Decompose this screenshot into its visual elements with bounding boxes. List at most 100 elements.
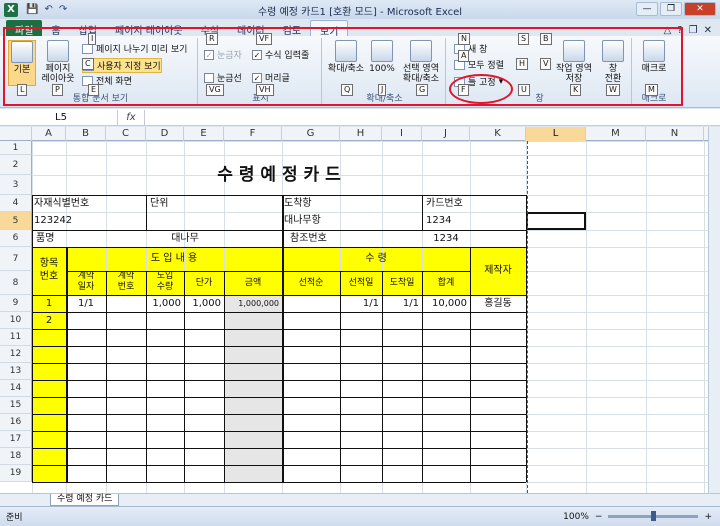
worksheet-grid[interactable]: ABCDEFGHIJKLMN 1 2 3 4 5 6 7 8 9 10 11 12 13 14 15 16 17…	[0, 127, 708, 493]
column-heading: 선적일	[348, 278, 374, 288]
column-header-C[interactable]: C	[106, 127, 146, 141]
headings-checkbox[interactable]: ✓ 머리글	[252, 71, 290, 84]
unit-price-1: 1,000	[192, 298, 221, 309]
column-heading: 도착일	[389, 278, 415, 288]
row-header-2[interactable]: 2	[0, 155, 32, 175]
tab-file[interactable]: 파일	[6, 20, 43, 37]
help-icon[interactable]: ?	[677, 25, 682, 36]
row-header-13[interactable]: 13	[0, 363, 32, 380]
row-header-6[interactable]: 6	[0, 230, 32, 247]
zoom-100-button[interactable]: 100%	[368, 40, 396, 74]
custom-views-button[interactable]: 사용자 지정 보기	[82, 58, 162, 73]
tab-page-layout[interactable]: 페이지 레이아웃	[106, 20, 192, 37]
row-header-4[interactable]: 4	[0, 195, 32, 212]
save-workspace-button[interactable]: 작업 영역 저장	[552, 40, 596, 84]
row-header-12[interactable]: 12	[0, 346, 32, 363]
minimize-ribbon-icon[interactable]: △	[664, 25, 672, 36]
page-break-preview-button[interactable]: 페이지 나누기 미리 보기	[82, 42, 187, 55]
save-workspace-icon	[563, 40, 585, 62]
window-title: 수령 예정 카드1 [호환 모드] - Microsoft Excel	[257, 7, 463, 18]
column-header-B[interactable]: B	[66, 127, 106, 141]
zoom-button[interactable]: 확대/축소	[326, 40, 366, 74]
column-heading: 합계	[437, 278, 455, 288]
workbook-restore-icon[interactable]: ❐	[689, 25, 698, 36]
zoom-out-icon[interactable]: −	[595, 512, 603, 522]
column-header-F[interactable]: F	[224, 127, 282, 141]
normal-view-button[interactable]: 기본	[8, 40, 36, 86]
column-header-H[interactable]: H	[340, 127, 382, 141]
vertical-scrollbar[interactable]	[708, 127, 720, 493]
row-header-19[interactable]: 19	[0, 465, 32, 482]
sheet-tab-bar: 수령 예정 카드	[0, 493, 720, 506]
ruler-checkbox[interactable]: ✓ 눈금자	[204, 48, 242, 61]
asset-no-value: 123242	[34, 215, 73, 226]
row-header-14[interactable]: 14	[0, 380, 32, 397]
zoom-slider[interactable]	[608, 511, 699, 521]
redo-icon[interactable]: ↷	[59, 4, 67, 15]
row-header-17[interactable]: 17	[0, 431, 32, 448]
restore-button[interactable]: ❐	[660, 2, 682, 16]
close-button[interactable]: ✕	[684, 2, 716, 16]
maker-header: 제작자	[484, 265, 512, 276]
column-header-J[interactable]: J	[422, 127, 470, 141]
row-header-18[interactable]: 18	[0, 448, 32, 465]
save-icon[interactable]: 💾	[26, 4, 38, 15]
zoom-selection-button[interactable]: 선택 영역 확대/축소	[398, 40, 444, 84]
row-header-3[interactable]: 3	[0, 175, 32, 195]
tab-view[interactable]: 보기	[310, 20, 349, 38]
tab-home[interactable]: 홈	[42, 20, 69, 37]
column-header-E[interactable]: E	[184, 127, 224, 141]
column-header-D[interactable]: D	[146, 127, 184, 141]
column-header-L[interactable]: L	[526, 127, 586, 141]
workbook-close-icon[interactable]: ✕	[704, 25, 712, 36]
switch-windows-icon	[602, 40, 624, 62]
name-box[interactable]: L5	[0, 109, 118, 125]
row-header-1[interactable]: 1	[0, 141, 32, 155]
minimize-button[interactable]: —	[636, 2, 658, 16]
column-heading: 금액	[244, 278, 262, 288]
sheet-tab[interactable]: 수령 예정 카드	[50, 494, 120, 506]
column-header-G[interactable]: G	[282, 127, 340, 141]
gridlines-checkbox[interactable]: 눈금선	[204, 71, 242, 84]
border-h	[32, 482, 526, 483]
zoom-in-icon[interactable]: +	[704, 512, 712, 522]
gridline-v	[646, 141, 647, 493]
row-header-9[interactable]: 9	[0, 295, 32, 312]
macros-button[interactable]: 매크로	[638, 40, 670, 74]
card-title: 수 령 예 정 카 드	[217, 165, 341, 185]
formula-bar-checkbox[interactable]: ✓ 수식 입력줄	[252, 48, 309, 61]
row-header-11[interactable]: 11	[0, 329, 32, 346]
keytip: S	[518, 33, 530, 45]
row-header-16[interactable]: 16	[0, 414, 32, 431]
row-header-10[interactable]: 10	[0, 312, 32, 329]
card-no-label: 카드번호	[426, 198, 463, 209]
macros-icon	[643, 40, 665, 62]
keytip: VG	[206, 84, 224, 96]
title-bar: X 💾 ↶ ↷ 수령 예정 카드1 [호환 모드] - Microsoft Ex…	[0, 0, 720, 19]
row-header-5[interactable]: 5	[0, 212, 32, 230]
row-header-15[interactable]: 15	[0, 397, 32, 414]
excel-app-icon[interactable]: X	[4, 2, 18, 17]
zoom-level[interactable]: 100%	[563, 512, 589, 522]
column-header-I[interactable]: I	[382, 127, 422, 141]
tab-review[interactable]: 검토	[274, 20, 310, 37]
selected-cell-L5[interactable]	[526, 212, 586, 230]
contract-date-1: 1/1	[77, 298, 95, 309]
page-layout-view-button[interactable]: 페이지 레이아웃	[40, 40, 76, 86]
zoom-slider-knob[interactable]	[651, 511, 657, 521]
undo-icon[interactable]: ↶	[44, 4, 52, 15]
column-header-A[interactable]: A	[32, 127, 66, 141]
row-header-7[interactable]: 7	[0, 247, 32, 271]
item-no-1: 1	[45, 298, 53, 309]
formula-input[interactable]	[144, 109, 720, 125]
ribbon-tabs: 파일 홈 삽입 페이지 레이아웃 수식 데이터 검토 보기 △ ? ❐ ✕	[0, 19, 720, 38]
row-header-8[interactable]: 8	[0, 271, 32, 295]
select-all-corner[interactable]	[0, 127, 32, 141]
column-header-N[interactable]: N	[646, 127, 704, 141]
column-header-K[interactable]: K	[470, 127, 526, 141]
switch-windows-button[interactable]: 창 전환	[598, 40, 628, 84]
fx-icon[interactable]: fx	[118, 112, 144, 123]
dest-label: 도착항	[284, 198, 312, 209]
column-header-M[interactable]: M	[586, 127, 646, 141]
arrange-all-label: 모두 정렬	[468, 61, 504, 71]
